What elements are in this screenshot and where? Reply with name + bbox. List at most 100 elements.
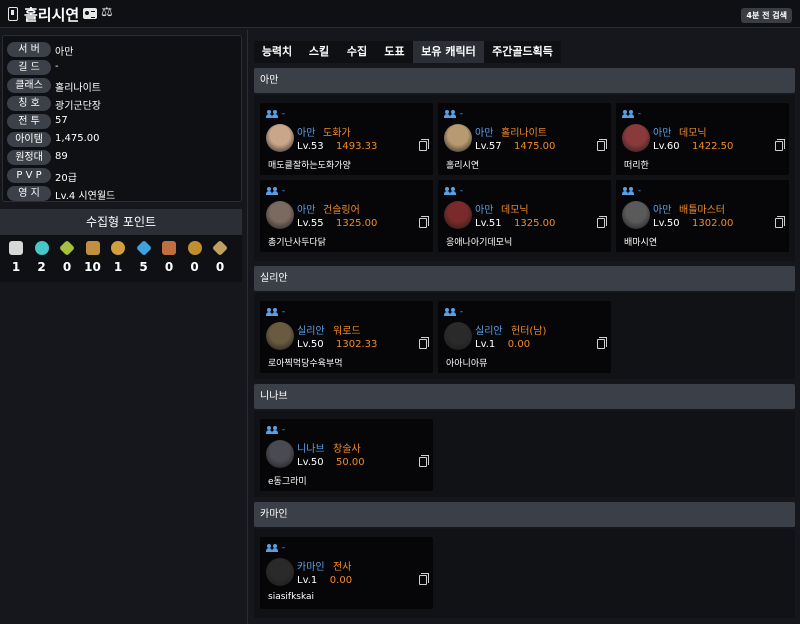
party-group[interactable]: - [266, 425, 285, 435]
info-value: 1,475.00 [55, 133, 100, 144]
party-group[interactable]: - [266, 186, 285, 196]
character-card[interactable]: - 아만 데모닉 Lv.51 1325.00 응애나아기데모닉 [438, 180, 611, 252]
group-people-icon [266, 307, 279, 316]
character-level: Lv.50 [297, 457, 324, 468]
character-card[interactable]: - 카마인 전사 Lv.1 0.00 siasifkskai [260, 537, 433, 609]
tab-chart[interactable]: 도표 [376, 41, 413, 63]
copy-icon[interactable] [775, 216, 785, 228]
info-row-class: 클래스 홀리나이트 [7, 77, 237, 94]
copy-icon[interactable] [597, 337, 607, 349]
info-label: 원정대 [7, 150, 51, 165]
character-avatar [444, 124, 472, 152]
info-row-combat: 전 투 57 [7, 113, 237, 129]
character-name-label: 배마시연 [624, 238, 658, 248]
copy-icon[interactable] [775, 139, 785, 151]
party-group[interactable]: - [266, 307, 285, 317]
info-value: Lv.4 시연월드 [55, 191, 116, 202]
party-group[interactable]: - [444, 307, 463, 317]
collection-item[interactable]: 0 [56, 240, 78, 274]
character-avatar [266, 201, 294, 229]
character-name: 홀리시연 [24, 6, 80, 24]
collection-item[interactable]: 1 [107, 241, 129, 274]
info-row-estate: 영 지 Lv.4 시연월드 [7, 185, 237, 202]
last-search-badge[interactable]: 4분 전 검색 [741, 8, 792, 23]
tab-stats[interactable]: 능력치 [254, 41, 300, 63]
info-row-item-level: 아이템 1,475.00 [7, 131, 237, 147]
mokoko-seed-icon [9, 241, 23, 255]
group-label: - [281, 307, 286, 317]
scale-icon[interactable]: ⚖ [101, 6, 113, 20]
character-card[interactable]: - 아만 건슬링어 Lv.55 1325.00 총기난사두다닭 [260, 180, 433, 252]
collection-item[interactable]: 1 [5, 241, 27, 274]
character-item-level: 50.00 [336, 457, 365, 468]
character-card[interactable]: - 실리안 헌터(남) Lv.1 0.00 아아니아뮤 [438, 301, 611, 373]
id-card-icon[interactable] [83, 8, 97, 19]
copy-icon[interactable] [597, 216, 607, 228]
character-level: Lv.55 [297, 218, 324, 229]
group-people-icon [266, 543, 279, 552]
character-name-label: siasifkskai [268, 592, 315, 602]
character-level: Lv.50 [297, 339, 324, 350]
collection-item[interactable]: 0 [184, 241, 206, 274]
tab-weekly-gold[interactable]: 주간골드획득 [484, 41, 561, 63]
group-label: - [281, 109, 286, 119]
copy-icon[interactable] [419, 455, 429, 467]
party-group[interactable]: - [266, 543, 285, 553]
character-server: 실리안 [475, 326, 503, 337]
collection-points: 1 2 0 10 1 5 0 0 0 [0, 235, 242, 282]
character-server: 실리안 [297, 326, 325, 337]
character-name-label: 응애나아기데모닉 [446, 238, 513, 248]
character-avatar [266, 124, 294, 152]
character-name-label: 로아찍먹당수육부먹 [268, 359, 343, 369]
info-label: 길 드 [7, 60, 51, 75]
character-name-label: 홀리시연 [446, 161, 480, 171]
character-card[interactable]: - 아만 데모닉 Lv.60 1422.50 떠리한 [616, 103, 789, 175]
character-card[interactable]: - 아만 홀리나이트 Lv.57 1475.00 홀리시연 [438, 103, 611, 175]
collection-item[interactable]: 2 [31, 241, 53, 274]
copy-icon[interactable] [419, 216, 429, 228]
info-label: P V P [7, 168, 51, 183]
character-class: 워로드 [333, 326, 361, 337]
character-class: 홀리나이트 [501, 128, 547, 139]
collection-count: 0 [190, 260, 199, 274]
character-item-level: 1302.33 [336, 339, 378, 350]
character-server: 아만 [653, 128, 672, 139]
character-card[interactable]: - 니나브 창술사 Lv.50 50.00 e동그라미 [260, 419, 433, 491]
top-bar: 홀리시연 ⚖ 4분 전 검색 [0, 0, 800, 28]
bookmark-icon[interactable] [8, 7, 18, 21]
copy-icon[interactable] [419, 139, 429, 151]
tab-skills[interactable]: 스킬 [300, 41, 338, 63]
party-group[interactable]: - [444, 109, 463, 119]
info-row-guild: 길 드 - [7, 59, 237, 75]
group-people-icon [622, 186, 635, 195]
tab-owned-characters[interactable]: 보유 캐릭터 [413, 41, 484, 63]
character-avatar [266, 440, 294, 468]
group-label: - [281, 186, 286, 196]
party-group[interactable]: - [622, 186, 641, 196]
copy-icon[interactable] [419, 337, 429, 349]
copy-icon[interactable] [597, 139, 607, 151]
character-level: Lv.57 [475, 141, 502, 152]
character-item-level: 1325.00 [336, 218, 378, 229]
collection-item[interactable]: 0 [158, 241, 180, 274]
character-class: 배틀마스터 [679, 205, 725, 216]
character-card[interactable]: - 아만 배틀마스터 Lv.50 1302.00 배마시연 [616, 180, 789, 252]
tab-collection[interactable]: 수집 [338, 41, 376, 63]
collection-item[interactable]: 10 [82, 241, 104, 274]
character-level: Lv.50 [653, 218, 680, 229]
party-group[interactable]: - [622, 109, 641, 119]
copy-icon[interactable] [419, 573, 429, 585]
info-value: - [55, 61, 59, 72]
character-server: 아만 [475, 128, 494, 139]
island-heart-icon [34, 241, 49, 255]
party-group[interactable]: - [266, 109, 285, 119]
character-name-label: 총기난사두다닭 [268, 238, 326, 248]
character-class: 창술사 [333, 444, 361, 455]
collection-item[interactable]: 5 [133, 240, 155, 274]
character-card[interactable]: - 실리안 워로드 Lv.50 1302.33 로아찍먹당수육부먹 [260, 301, 433, 373]
collection-item[interactable]: 0 [209, 240, 231, 274]
party-group[interactable]: - [444, 186, 463, 196]
character-card[interactable]: - 아만 도화가 Lv.53 1493.33 매도클잘하는도화가양 [260, 103, 433, 175]
collection-count: 0 [164, 260, 174, 274]
server-header-kamain: 카마인 [254, 502, 795, 527]
